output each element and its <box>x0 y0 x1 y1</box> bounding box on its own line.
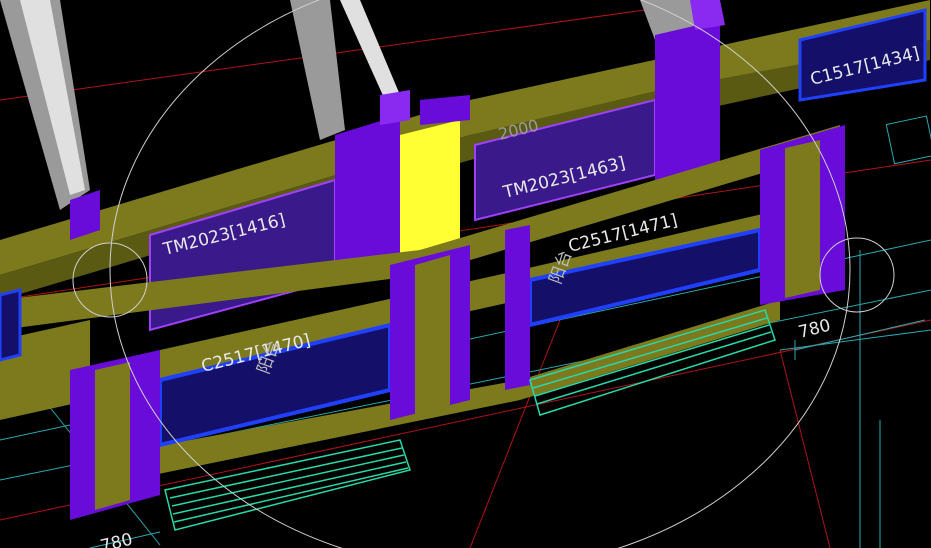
label-dim-bottom: 780 <box>98 530 134 548</box>
cad-3d-viewport[interactable]: TM2023[1416] TM2023[1463] C2517[1470] C2… <box>0 0 931 548</box>
model-canvas[interactable]: TM2023[1416] TM2023[1463] C2517[1470] C2… <box>0 0 931 548</box>
label-dim-right: 780 <box>796 316 832 343</box>
